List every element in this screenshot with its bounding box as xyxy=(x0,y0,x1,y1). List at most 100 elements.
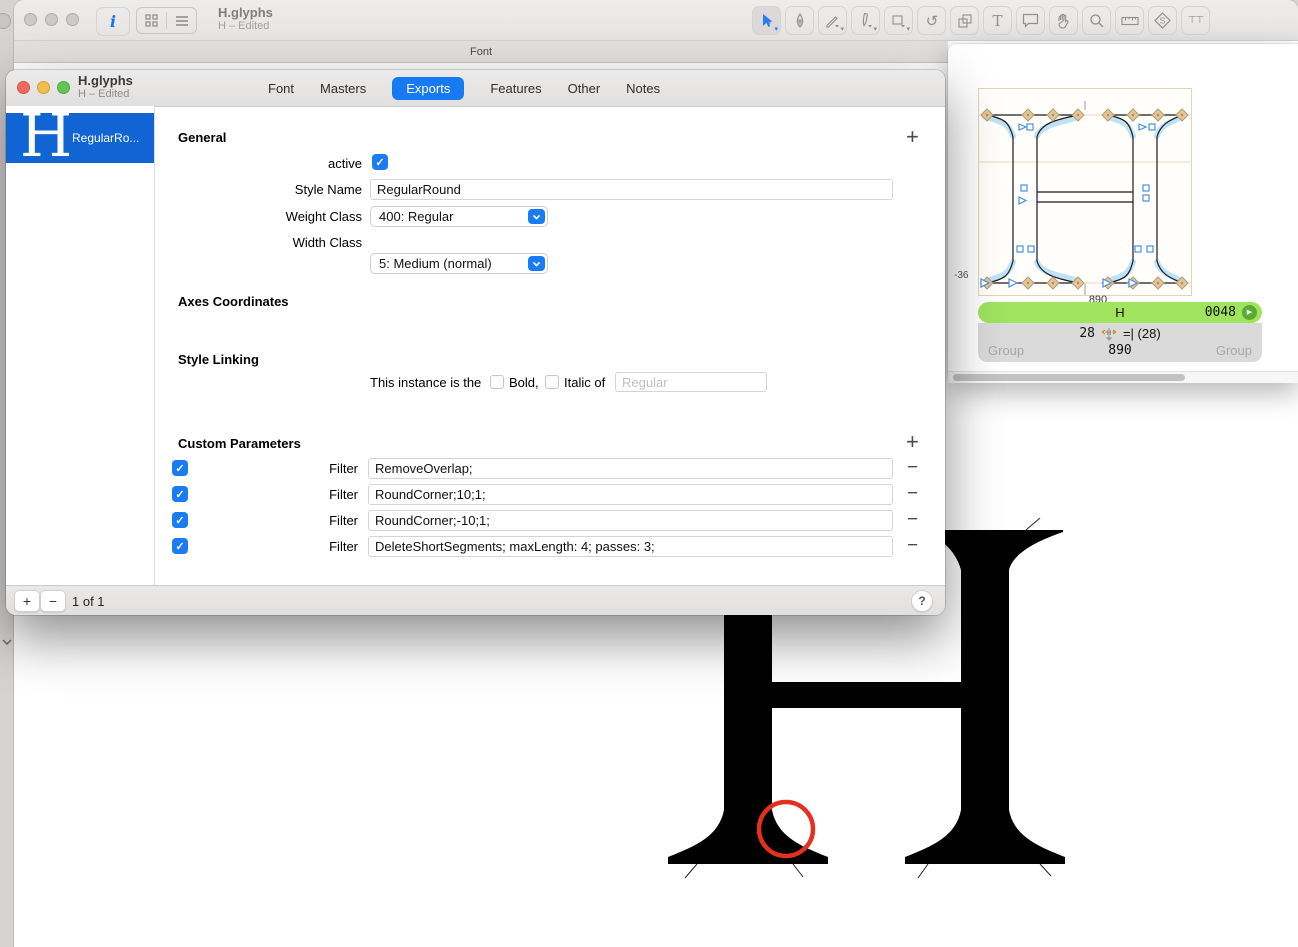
linked-style-input[interactable] xyxy=(615,372,767,392)
measure-tool-button[interactable] xyxy=(1115,6,1144,35)
grid-view-icon[interactable] xyxy=(137,8,166,33)
weight-class-popup[interactable]: 400: Regular xyxy=(370,206,548,227)
tab-features[interactable]: Features xyxy=(490,81,541,96)
glyph-info-bar[interactable]: H 0048 ▶ xyxy=(978,302,1262,323)
parameter-property-label: Filter xyxy=(6,539,358,554)
right-kerning-value[interactable]: =| (28) xyxy=(1123,326,1161,341)
zoom-button[interactable] xyxy=(57,81,70,94)
font-info-footer: + − 1 of 1 ? xyxy=(6,585,945,615)
instance-count-label: 1 of 1 xyxy=(72,594,105,609)
stems-tool-icon: ⊤⊤ xyxy=(1188,15,1203,26)
font-info-button[interactable]: i xyxy=(96,7,130,36)
rotate-tool-icon: ↺ xyxy=(926,12,938,30)
right-kerning-group[interactable]: Group xyxy=(1216,343,1252,358)
weight-class-value: 400: Regular xyxy=(379,209,453,224)
instance-name-label: RegularRo... xyxy=(72,131,139,145)
minus-icon: − xyxy=(49,593,57,609)
style-name-input[interactable] xyxy=(370,179,893,200)
scrollbar-thumb[interactable] xyxy=(953,374,1185,381)
width-class-popup[interactable]: 5: Medium (normal) xyxy=(370,253,548,274)
view-mode-segmented-control[interactable] xyxy=(136,7,197,34)
select-tool-button[interactable]: ▾ xyxy=(752,6,781,35)
advance-width-clipped: 890 xyxy=(1070,294,1126,302)
draw-tool-button[interactable] xyxy=(785,6,814,35)
svg-text:H: H xyxy=(1106,329,1111,337)
text-tool-icon: T xyxy=(992,12,1002,30)
annotation-tool-button[interactable] xyxy=(1016,6,1045,35)
glyph-edit-panel: 705.0 xyxy=(948,44,1298,382)
caret-icon: ▾ xyxy=(906,25,910,33)
speedpunk-tool-button[interactable]: S xyxy=(1148,6,1177,35)
close-button[interactable] xyxy=(17,81,30,94)
left-kerning-value[interactable]: 28 xyxy=(1079,326,1095,341)
parameter-value-input[interactable] xyxy=(368,510,893,531)
popup-chevron-icon xyxy=(528,209,545,224)
text-tool-button[interactable]: T xyxy=(983,6,1012,35)
go-arrow-icon: ▶ xyxy=(1247,309,1252,316)
style-name-label: Style Name xyxy=(6,182,362,197)
bold-label: Bold, xyxy=(509,375,539,390)
pen-tool-button[interactable]: ▾ xyxy=(851,6,880,35)
tab-exports[interactable]: Exports xyxy=(392,77,464,100)
tool-palette: ▾▾▾▾↺TS⊤⊤ xyxy=(752,6,1210,35)
italic-checkbox[interactable] xyxy=(545,375,559,389)
parameter-value-input[interactable] xyxy=(368,484,893,505)
style-linking-sentence: This instance is the xyxy=(370,375,481,390)
remove-parameter-button[interactable]: − xyxy=(907,459,918,477)
document-title: H.glyphs xyxy=(218,5,273,20)
active-checkbox[interactable]: ✓ xyxy=(372,154,388,170)
window-title: H.glyphs xyxy=(78,73,133,88)
add-instance-button[interactable]: + xyxy=(906,128,919,146)
edit-view-tabbar[interactable]: Font xyxy=(14,41,948,63)
remove-parameter-button[interactable]: − xyxy=(907,511,918,529)
horizontal-scrollbar[interactable] xyxy=(948,371,1298,383)
parameter-value-input[interactable] xyxy=(368,458,893,479)
desktop: i H.glyphs H – Edited ▾▾▾▾↺T xyxy=(0,0,1298,947)
italic-label: Italic of xyxy=(564,375,605,390)
list-view-icon[interactable] xyxy=(167,8,196,33)
bold-checkbox[interactable] xyxy=(490,375,504,389)
metrics-lock-icon: H xyxy=(1100,327,1118,341)
document-titlebar[interactable]: i H.glyphs H – Edited ▾▾▾▾↺T xyxy=(14,0,1298,41)
glyph-unicode: 0048 xyxy=(1205,305,1236,320)
add-parameter-button[interactable]: + xyxy=(906,433,919,451)
document-subtitle: H – Edited xyxy=(218,20,273,32)
tab-masters[interactable]: Masters xyxy=(320,81,366,96)
parameter-property-label: Filter xyxy=(6,487,358,502)
glyph-outline-view[interactable] xyxy=(978,88,1192,296)
sidebar-collapse-chevron-icon[interactable] xyxy=(1,637,13,647)
shapes-tool-button[interactable]: ▾ xyxy=(884,6,913,35)
glyph-metrics-box[interactable]: 28 H =| (28) Group 890 Group xyxy=(978,323,1262,362)
minimize-button[interactable] xyxy=(45,13,58,26)
tab-font[interactable]: Font xyxy=(470,46,492,58)
weight-class-label: Weight Class xyxy=(6,209,362,224)
section-general-heading: General xyxy=(178,130,226,145)
goto-glyph-button[interactable]: ▶ xyxy=(1242,305,1257,320)
behind-traffic-light xyxy=(0,13,11,29)
font-info-tabs: Font Masters Exports Features Other Note… xyxy=(268,70,660,106)
add-instance-footer-button[interactable]: + xyxy=(14,590,40,612)
hand-tool-button[interactable] xyxy=(1049,6,1078,35)
stems-tool-button[interactable]: ⊤⊤ xyxy=(1181,6,1210,35)
section-custom-parameters-heading: Custom Parameters xyxy=(178,436,301,451)
remove-parameter-button[interactable]: − xyxy=(907,537,918,555)
svg-text:S: S xyxy=(1160,16,1166,26)
remove-instance-footer-button[interactable]: − xyxy=(40,590,66,612)
rotate-tool-button[interactable]: ↺ xyxy=(917,6,946,35)
scale-tool-button[interactable] xyxy=(950,6,979,35)
check-icon: ✓ xyxy=(375,156,384,169)
parameter-property-label: Filter xyxy=(6,513,358,528)
width-class-value: 5: Medium (normal) xyxy=(379,256,492,271)
tab-other[interactable]: Other xyxy=(568,81,601,96)
tab-font[interactable]: Font xyxy=(268,81,294,96)
minimize-button[interactable] xyxy=(37,81,50,94)
remove-parameter-button[interactable]: − xyxy=(907,485,918,503)
tab-notes[interactable]: Notes xyxy=(626,81,660,96)
zoom-tool-button[interactable] xyxy=(1082,6,1111,35)
help-button[interactable]: ? xyxy=(911,590,933,612)
zoom-button[interactable] xyxy=(66,13,79,26)
font-info-titlebar[interactable]: H.glyphs H – Edited Font Masters Exports… xyxy=(6,70,945,107)
parameter-value-input[interactable] xyxy=(368,536,893,557)
info-icon: i xyxy=(110,12,116,31)
pencil-tool-button[interactable]: ▾ xyxy=(818,6,847,35)
